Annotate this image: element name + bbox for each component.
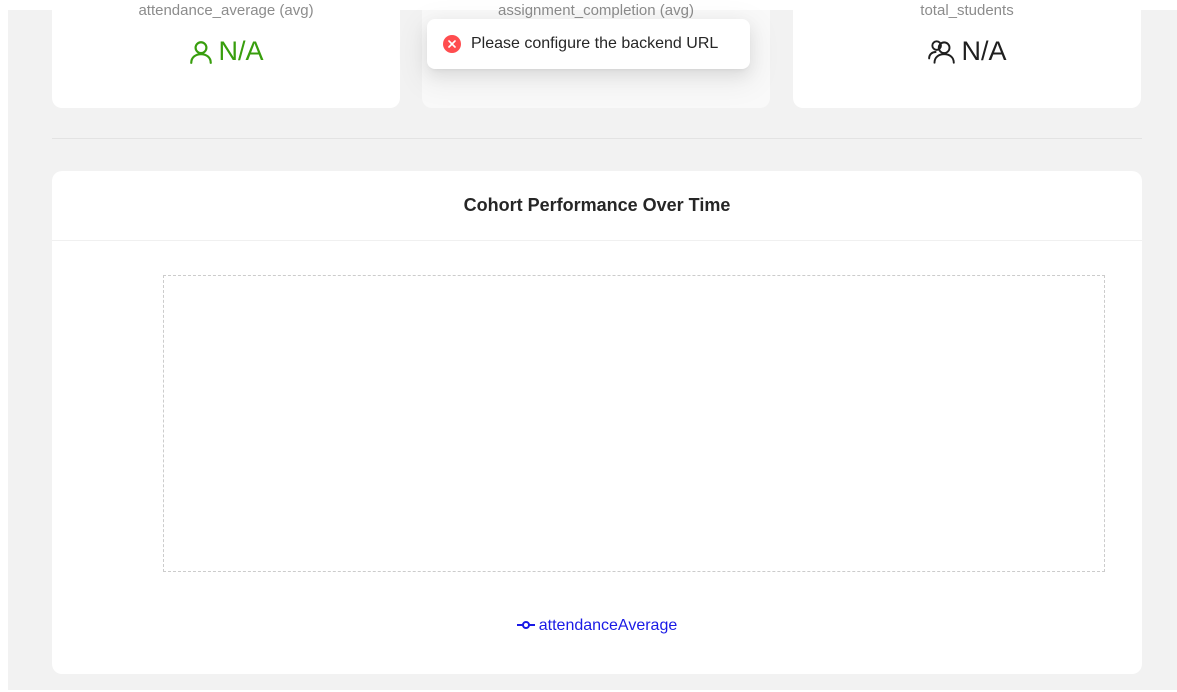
stat-title: total_students [920,2,1014,19]
stat-value: N/A [52,36,400,67]
stat-card-attendance: attendance_average (avg) N/A [52,2,400,108]
legend-label: attendanceAverage [538,617,678,634]
stat-card-total-students: total_students N/A [793,2,1141,108]
stat-title: assignment_completion (avg) [498,2,694,19]
stat-value-text: N/A [218,36,264,66]
close-circle-icon [443,35,461,53]
chart-legend-item[interactable]: attendanceAverage [52,617,1142,635]
chart-card: Cohort Performance Over Time attendanceA… [52,171,1142,674]
stat-title: attendance_average (avg) [138,2,314,19]
dashboard-page: attendance_average (avg) N/A assignment_… [8,2,1177,690]
chart-title: Cohort Performance Over Time [52,171,1142,241]
stat-value-text: N/A [961,36,1007,66]
line-marker-icon [516,617,535,635]
plot-area [163,275,1105,572]
error-toast: Please configure the backend URL [427,19,750,69]
stat-value: N/A [793,36,1141,67]
section-divider [52,138,1142,139]
toast-message: Please configure the backend URL [471,35,719,52]
user-icon [188,39,214,65]
users-icon [927,39,957,65]
